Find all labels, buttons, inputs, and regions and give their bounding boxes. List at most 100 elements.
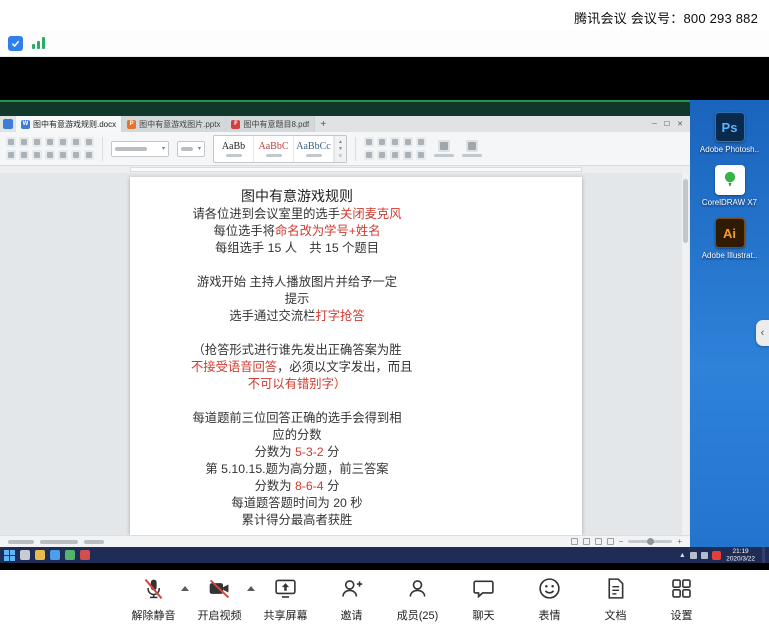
ribbon-tool-icon[interactable] [58, 150, 68, 160]
tray-notification-icon[interactable] [712, 551, 721, 560]
style-heading1[interactable]: AaBbC [254, 136, 294, 162]
ribbon-tool-icon[interactable] [71, 150, 81, 160]
ribbon-tool-icon[interactable] [32, 137, 42, 147]
zoom-in-icon[interactable]: + [677, 538, 682, 546]
font-size-select[interactable]: ▾ [177, 141, 205, 157]
maximize-icon[interactable]: ☐ [664, 120, 670, 128]
body-text: 请各位进到会议室里的选手 [192, 207, 340, 221]
invite-button[interactable]: 邀请 [326, 576, 378, 623]
new-tab-button[interactable]: + [315, 116, 331, 132]
document-tab-rules[interactable]: W 图中有意游戏规则.docx [16, 116, 122, 132]
ribbon-tool-icon[interactable] [377, 150, 387, 160]
ribbon-tool-icon[interactable] [32, 150, 42, 160]
style-normal[interactable]: AaBb [214, 136, 254, 162]
view-mode-icon[interactable] [583, 538, 590, 545]
ribbon-tool-icon[interactable] [19, 150, 29, 160]
members-label: 成员(25) [397, 607, 439, 623]
ribbon-tool-icon[interactable] [390, 137, 400, 147]
ribbon-tool-icon[interactable] [45, 137, 55, 147]
ribbon-select-tool[interactable] [462, 140, 482, 157]
document-line: 请各位进到会议室里的选手关闭麦克风 [191, 206, 403, 223]
share-screen-button[interactable]: 共享屏幕 [260, 576, 312, 623]
minimize-icon[interactable]: ─ [652, 121, 657, 128]
emoji-button[interactable]: 表情 [524, 576, 576, 623]
ribbon-tool-icon[interactable] [84, 137, 94, 147]
ribbon-tool-icon[interactable] [377, 137, 387, 147]
start-button[interactable] [4, 550, 15, 561]
zoom-slider[interactable] [628, 540, 672, 543]
wps-tab-bar: W 图中有意游戏规则.docx P 图中有意游戏图片.pptx F 图中有意题目… [0, 116, 690, 132]
ribbon-tool-icon[interactable] [403, 150, 413, 160]
members-button[interactable]: 成员(25) [392, 576, 444, 623]
mic-options-caret[interactable] [181, 586, 189, 591]
document-page[interactable]: 图中有意游戏规则请各位进到会议室里的选手关闭麦克风每位选手将命名改为学号+姓名每… [130, 177, 582, 535]
ribbon-tool-icon[interactable] [71, 137, 81, 147]
ribbon-tool-icon[interactable] [403, 137, 413, 147]
taskbar-folder-icon[interactable] [35, 550, 45, 560]
desktop-icon-coreldraw[interactable]: CorelDRAW X7 [696, 165, 764, 207]
ribbon-tool-icon[interactable] [364, 150, 374, 160]
meeting-shield-icon[interactable] [8, 36, 23, 51]
desktop-icon-illustrator[interactable]: Ai Adobe Illustrat.. [696, 218, 764, 260]
taskbar-app-icon[interactable] [50, 550, 60, 560]
emoji-label: 表情 [539, 607, 561, 623]
document-line [191, 257, 403, 274]
show-desktop-button[interactable] [762, 547, 765, 563]
taskbar-app-icon[interactable] [65, 550, 75, 560]
document-line: 游戏开始 主持人播放图片并给予一定 [191, 274, 403, 291]
ribbon-tool-icon[interactable] [45, 150, 55, 160]
ribbon-tool-icon[interactable] [84, 150, 94, 160]
document-line [191, 325, 403, 342]
mic-muted-icon [141, 576, 166, 606]
document-line: 每位选手将命名改为学号+姓名 [191, 223, 403, 240]
desktop-icon-photoshop[interactable]: Ps Adobe Photosh.. [696, 112, 764, 154]
docs-button[interactable]: 文档 [590, 576, 642, 623]
ribbon-tool-icon[interactable] [390, 150, 400, 160]
document-line: 每道题答题时间为 20 秒 [191, 495, 403, 512]
chat-button[interactable]: 聊天 [458, 576, 510, 623]
scrollbar-thumb[interactable] [683, 179, 688, 243]
settings-button[interactable]: 设置 [656, 576, 708, 623]
ribbon-tool-icon[interactable] [58, 137, 68, 147]
wps-home-icon[interactable] [0, 116, 16, 132]
signal-bars-icon[interactable] [32, 37, 45, 49]
taskbar-app-icon[interactable] [20, 550, 30, 560]
body-text: ，必须以文字发出，而且 [277, 360, 412, 374]
style-heading2[interactable]: AaBbCc [294, 136, 334, 162]
tray-icon[interactable] [690, 552, 697, 559]
style-gallery-arrows[interactable]: ▲▼≡ [334, 136, 346, 162]
video-options-caret[interactable] [247, 586, 255, 591]
close-icon[interactable]: ✕ [677, 120, 683, 128]
document-tab-questions[interactable]: F 图中有意题目8.pdf [226, 116, 315, 132]
view-mode-icon[interactable] [571, 538, 578, 545]
document-line: 图中有意游戏规则 [191, 186, 403, 206]
ribbon-tool-icon[interactable] [416, 150, 426, 160]
zoom-slider-knob[interactable] [647, 538, 654, 545]
coreldraw-icon [715, 165, 745, 195]
view-mode-icon[interactable] [607, 538, 614, 545]
vertical-scrollbar[interactable] [682, 173, 689, 535]
ribbon-tool-icon[interactable] [416, 137, 426, 147]
taskbar-app-icon[interactable] [80, 550, 90, 560]
zoom-out-icon[interactable]: − [619, 538, 624, 546]
presentation-file-icon: P [127, 120, 136, 129]
body-text: 分数为 [255, 479, 295, 493]
sidebar-expand-handle[interactable]: ‹ [756, 320, 769, 346]
document-canvas[interactable]: 图中有意游戏规则请各位进到会议室里的选手关闭麦克风每位选手将命名改为学号+姓名每… [0, 173, 690, 535]
language-placeholder [84, 540, 104, 544]
ribbon-tool-icon[interactable] [364, 137, 374, 147]
start-video-button[interactable]: 开启视频 [194, 576, 246, 623]
ribbon-find-replace[interactable] [434, 140, 454, 157]
ribbon-tool-icon[interactable] [6, 150, 16, 160]
ribbon-tool-icon[interactable] [6, 137, 16, 147]
font-name-select[interactable]: ▾ [111, 141, 169, 157]
ribbon-tool-icon[interactable] [19, 137, 29, 147]
document-line: 每道题前三位回答正确的选手会得到相 [191, 410, 403, 427]
unmute-button[interactable]: 解除静音 [128, 576, 180, 623]
document-tab-pictures[interactable]: P 图中有意游戏图片.pptx [122, 116, 226, 132]
taskbar-clock[interactable]: 21:19 2020/3/22 [726, 548, 755, 562]
view-mode-icon[interactable] [595, 538, 602, 545]
tray-expand-icon[interactable]: ▲ [679, 552, 686, 559]
wps-ribbon: ▾ ▾ AaBb AaBbC AaBbCc ▲▼≡ [0, 132, 690, 166]
tray-icon[interactable] [701, 552, 708, 559]
